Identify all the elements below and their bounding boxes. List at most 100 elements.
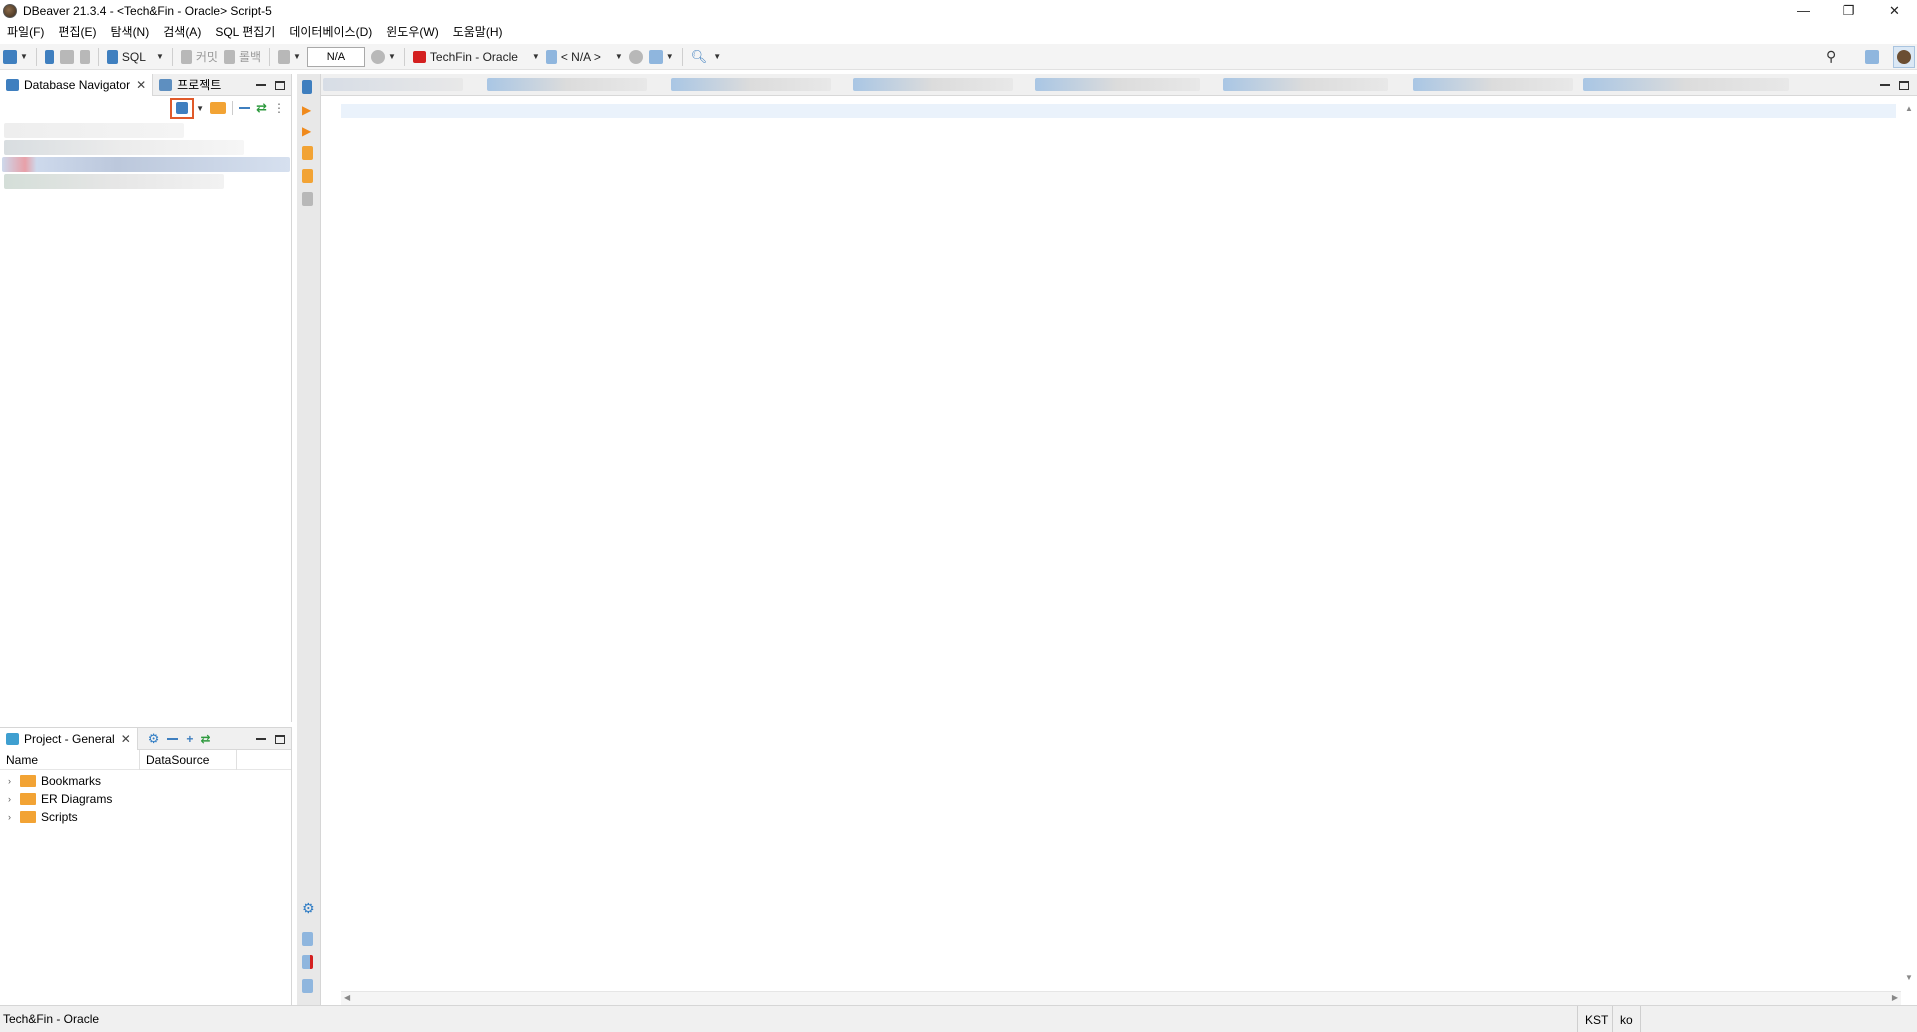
- active-connection-selector[interactable]: TechFin - Oracle ▼: [410, 46, 543, 68]
- tab-database-navigator[interactable]: Database Navigator ✕: [0, 73, 154, 96]
- vertical-scrollbar[interactable]: ▲ ▼: [1901, 104, 1917, 984]
- scroll-down-icon[interactable]: ▼: [1905, 973, 1913, 982]
- global-search-button[interactable]: ⚲: [1823, 46, 1839, 68]
- editor-tab-blurred[interactable]: [1035, 78, 1200, 91]
- explain-plan-icon[interactable]: [302, 192, 313, 206]
- menu-edit[interactable]: 편집(E): [51, 23, 103, 40]
- transaction-field[interactable]: N/A: [306, 46, 365, 67]
- editor-tabbar: [321, 74, 1917, 96]
- execute-in-new-tab-icon[interactable]: ▶: [302, 124, 316, 138]
- execute-script-icon[interactable]: [302, 146, 313, 160]
- minimize-panel-button[interactable]: [256, 738, 266, 740]
- transaction-mode-button[interactable]: ▼: [275, 46, 304, 68]
- expand-arrow-icon[interactable]: ›: [8, 812, 20, 822]
- menu-file[interactable]: 파일(F): [0, 23, 51, 40]
- editor-tab-blurred[interactable]: [1583, 78, 1789, 91]
- import-icon[interactable]: [302, 955, 313, 969]
- scroll-up-icon[interactable]: ▲: [1905, 104, 1913, 113]
- export-icon[interactable]: [302, 932, 313, 946]
- commit-label: 커밋: [195, 50, 218, 64]
- current-line-highlight[interactable]: [341, 104, 1896, 118]
- active-schema-selector[interactable]: < N/A > ▼: [543, 46, 626, 68]
- chevron-down-icon: ▼: [713, 52, 722, 61]
- execute-statement-icon[interactable]: ▶: [302, 103, 316, 117]
- maximize-editor-button[interactable]: [1899, 80, 1909, 90]
- expand-all-icon[interactable]: +: [186, 732, 193, 746]
- link-with-editor-icon[interactable]: ⇄: [200, 732, 210, 746]
- menu-window[interactable]: 윈도우(W): [379, 23, 445, 40]
- new-connection-highlighted-button[interactable]: [170, 97, 195, 119]
- scripts-folder-icon: [20, 811, 36, 823]
- disconnect-button[interactable]: [57, 46, 77, 68]
- scroll-left-icon[interactable]: ◀: [344, 993, 350, 1002]
- settings-gear-icon[interactable]: ⚙: [302, 900, 316, 916]
- main-toolbar: ▼ SQL ▼ 커밋 롤백 ▼ N/A ▼ TechFin - Oracle ▼…: [0, 44, 1917, 70]
- scroll-right-icon[interactable]: ▶: [1892, 993, 1898, 1002]
- invalidate-button[interactable]: [77, 46, 93, 68]
- tab-projects[interactable]: 프로젝트: [153, 74, 227, 96]
- editor-tab-blurred[interactable]: [1413, 78, 1573, 91]
- rollback-button[interactable]: 롤백: [221, 46, 264, 68]
- tree-item-bookmarks[interactable]: › Bookmarks: [0, 772, 291, 790]
- toolbar-search-button[interactable]: 🔍︎ ▼: [688, 46, 724, 68]
- link-with-editor-icon[interactable]: ⇄: [256, 100, 267, 116]
- tools-icon: [648, 49, 663, 64]
- minimize-editor-button[interactable]: [1880, 84, 1890, 86]
- open-perspective-button[interactable]: [1862, 46, 1882, 68]
- close-button[interactable]: ✕: [1872, 0, 1917, 21]
- horizontal-scrollbar[interactable]: ◀ ▶: [341, 991, 1901, 1005]
- connection-tree-item-blurred[interactable]: [4, 123, 184, 138]
- tree-item-er-diagrams[interactable]: › ER Diagrams: [0, 790, 291, 808]
- minimize-button[interactable]: —: [1781, 0, 1826, 21]
- window-title: DBeaver 21.3.4 - <Tech&Fin - Oracle> Scr…: [23, 3, 272, 18]
- gear-icon[interactable]: ⚙: [148, 731, 160, 747]
- close-icon[interactable]: ✕: [136, 78, 146, 92]
- database-navigator-panel: Database Navigator ✕ 프로젝트 ▼ ⇄ ⋮: [0, 73, 292, 722]
- expand-arrow-icon[interactable]: ›: [8, 776, 20, 786]
- editor-tab-blurred[interactable]: [323, 78, 463, 91]
- editor-tab-blurred[interactable]: [671, 78, 831, 91]
- column-header-name[interactable]: Name: [0, 749, 140, 770]
- toolbar-separator: [269, 47, 271, 66]
- connect-button[interactable]: [42, 46, 57, 68]
- toolbar-separator: [35, 47, 37, 66]
- editor-tab-blurred[interactable]: [853, 78, 1013, 91]
- sql-editor-tab-icon: [302, 80, 312, 94]
- chevron-down-icon[interactable]: ▼: [196, 104, 204, 113]
- selected-connection-tree-item-blurred[interactable]: [2, 157, 290, 172]
- output-icon[interactable]: [302, 979, 313, 993]
- collapse-all-icon[interactable]: [167, 737, 179, 740]
- menu-sql-editor[interactable]: SQL 편집기: [208, 23, 282, 40]
- menu-database[interactable]: 데이터베이스(D): [282, 23, 379, 40]
- maximize-button[interactable]: ❐: [1826, 0, 1871, 21]
- new-connection-button[interactable]: ▼: [0, 46, 31, 68]
- view-menu-icon[interactable]: ⋮: [273, 101, 285, 115]
- connection-tree-item-blurred[interactable]: [4, 140, 244, 155]
- menu-search[interactable]: 검색(A): [156, 23, 208, 40]
- expand-arrow-icon[interactable]: ›: [8, 794, 20, 804]
- plug-icon: [3, 49, 17, 64]
- project-table-header: Name DataSource: [0, 749, 291, 770]
- close-icon[interactable]: ✕: [121, 732, 131, 746]
- commit-button[interactable]: 커밋: [178, 46, 221, 68]
- connection-tree-item-blurred[interactable]: [4, 174, 224, 189]
- maximize-panel-button[interactable]: [275, 734, 285, 744]
- menu-help[interactable]: 도움말(H): [446, 23, 510, 40]
- editor-tab-blurred[interactable]: [487, 78, 647, 91]
- transaction-log-button[interactable]: ▼: [368, 46, 399, 68]
- tab-project-general[interactable]: Project - General ✕: [0, 727, 138, 750]
- tree-item-scripts[interactable]: › Scripts: [0, 808, 291, 826]
- menu-navigate[interactable]: 탐색(N): [103, 23, 156, 40]
- dbeaver-perspective-button[interactable]: [1893, 45, 1915, 68]
- column-header-datasource[interactable]: DataSource: [140, 749, 237, 770]
- editor-tab-blurred[interactable]: [1223, 78, 1388, 91]
- maximize-panel-button[interactable]: [275, 80, 285, 90]
- execute-script-new-tabs-icon[interactable]: [302, 169, 313, 183]
- tools-button[interactable]: ▼: [646, 46, 677, 68]
- new-folder-icon[interactable]: [210, 102, 227, 114]
- collapse-all-icon[interactable]: [239, 107, 251, 109]
- cloud-button[interactable]: [626, 46, 646, 68]
- dbeaver-logo-icon: [3, 3, 17, 18]
- minimize-panel-button[interactable]: [256, 84, 266, 86]
- sql-editor-button[interactable]: SQL ▼: [104, 46, 167, 68]
